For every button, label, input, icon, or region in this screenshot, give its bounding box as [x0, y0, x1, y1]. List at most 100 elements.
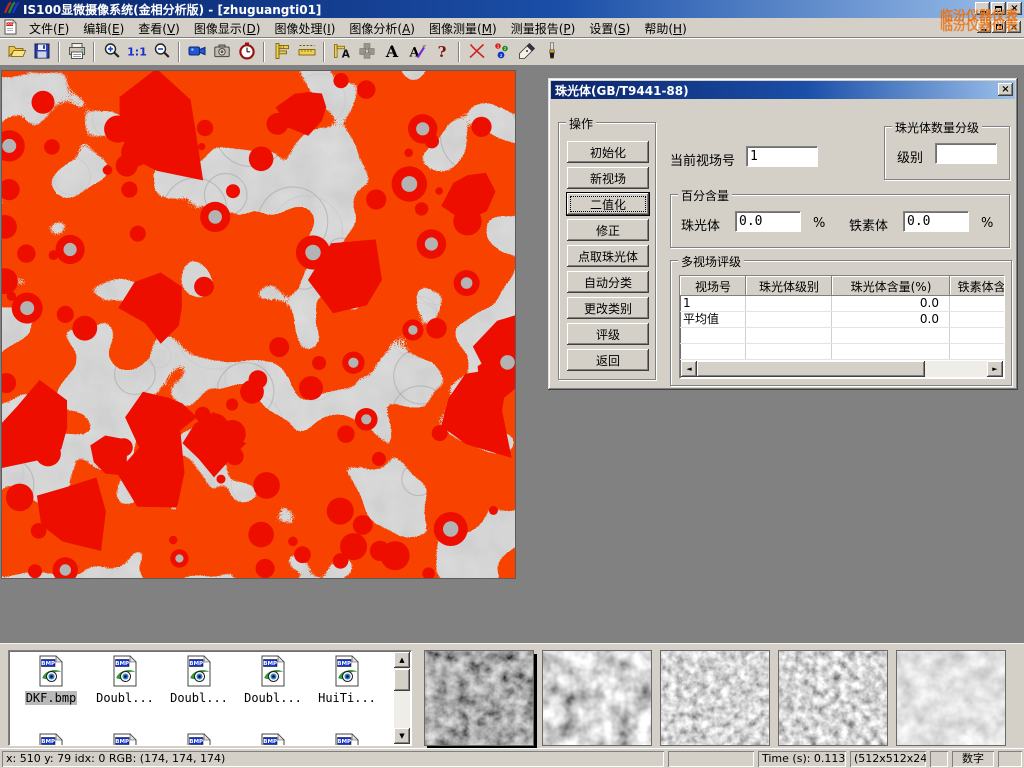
menu-item[interactable]: 测量报告(P): [504, 20, 583, 38]
file-item-partial[interactable]: BMP: [89, 733, 161, 746]
menu-item[interactable]: 文件(F): [22, 20, 76, 38]
pen-button[interactable]: [514, 40, 539, 64]
table-row[interactable]: 平均值0.0: [680, 312, 1004, 328]
file-item-partial[interactable]: BMP: [15, 733, 87, 746]
count-points-button[interactable]: 123: [489, 40, 514, 64]
thumbnail-1[interactable]: [424, 650, 534, 746]
caliper-button[interactable]: [269, 40, 294, 64]
op-button-8[interactable]: 评级: [567, 323, 649, 345]
op-button-6[interactable]: 自动分类: [567, 271, 649, 293]
menu-item[interactable]: 查看(V): [131, 20, 187, 38]
op-button-4[interactable]: 修正: [567, 219, 649, 241]
table-column-header[interactable]: 铁素体含量(%): [950, 276, 1005, 296]
curve-cut-button[interactable]: [464, 40, 489, 64]
file-item[interactable]: BMPDoubl...: [237, 655, 309, 705]
table-cell: [950, 328, 1005, 343]
camera-button[interactable]: [209, 40, 234, 64]
file-item[interactable]: BMPHuiTi...: [311, 655, 383, 705]
document-icon[interactable]: DOC: [2, 19, 18, 38]
toolbar: 1:1AAA?123: [0, 38, 1024, 66]
bmp-file-icon: BMP: [258, 676, 288, 690]
annotate-button[interactable]: A: [404, 40, 429, 64]
op-button-7[interactable]: 更改类别: [567, 297, 649, 319]
menu-item[interactable]: 帮助(H): [637, 20, 693, 38]
op-button-5[interactable]: 点取珠光体: [567, 245, 649, 267]
menu-item[interactable]: 图像分析(A): [342, 20, 422, 38]
grade-input[interactable]: [935, 143, 997, 164]
scroll-right-button[interactable]: ►: [987, 361, 1003, 377]
op-button-3[interactable]: 二值化: [567, 193, 649, 215]
thumbnail-4[interactable]: [778, 650, 888, 746]
table-row[interactable]: [680, 328, 1004, 344]
menu-item[interactable]: 图像测量(M): [422, 20, 504, 38]
op-button-9[interactable]: 返回: [567, 349, 649, 371]
timer-icon: [237, 41, 257, 64]
actual-size-button[interactable]: 1:1: [124, 40, 149, 64]
file-item[interactable]: BMPDoubl...: [89, 655, 161, 705]
video-camera-icon: [187, 41, 207, 64]
bmp-file-icon: BMP: [36, 676, 66, 690]
table-cell: 1: [680, 296, 746, 311]
file-list[interactable]: BMPDKF.bmpBMPDoubl...BMPDoubl...BMPDoubl…: [8, 650, 412, 746]
print-button[interactable]: [64, 40, 89, 64]
timer-button[interactable]: [234, 40, 259, 64]
thumbnail-3[interactable]: [660, 650, 770, 746]
scroll-up-button[interactable]: ▲: [394, 652, 410, 668]
minimize-button[interactable]: [975, 2, 990, 15]
restore-button[interactable]: [991, 2, 1006, 15]
svg-text:BMP: BMP: [41, 739, 55, 745]
dialog-title-bar[interactable]: 珠光体(GB/T9441-88) ×: [551, 81, 1015, 99]
ruler-button[interactable]: [294, 40, 319, 64]
thumbnail-2[interactable]: [542, 650, 652, 746]
rating-table[interactable]: 视场号珠光体级别珠光体含量(%)铁素体含量(%) 10.0平均值0.0 ◄ ►: [679, 275, 1005, 379]
table-row[interactable]: 10.0: [680, 296, 1004, 312]
current-field-input[interactable]: [746, 146, 818, 167]
pattern-button[interactable]: [354, 40, 379, 64]
text-icon: A: [382, 41, 402, 64]
scroll-left-button[interactable]: ◄: [681, 361, 697, 377]
file-item[interactable]: BMPDoubl...: [163, 655, 235, 705]
specimen-image[interactable]: [1, 70, 516, 579]
menu-item[interactable]: 图像显示(D): [187, 20, 268, 38]
table-hscrollbar[interactable]: ◄ ►: [681, 361, 1003, 377]
file-item-partial[interactable]: BMP: [311, 733, 383, 746]
table-column-header[interactable]: 珠光体级别: [746, 276, 832, 296]
toolbar-separator: [93, 42, 95, 62]
title-bar: IS100显微摄像系统(金相分析版) - [zhuguangti01] ×: [0, 0, 1024, 18]
file-item[interactable]: BMPDKF.bmp: [15, 655, 87, 705]
table-column-header[interactable]: 视场号: [680, 276, 746, 296]
file-list-scrollbar[interactable]: ▲ ▼: [394, 652, 410, 744]
scroll-down-button[interactable]: ▼: [394, 728, 410, 744]
brush-button[interactable]: [539, 40, 564, 64]
mdi-close-button[interactable]: ×: [1007, 21, 1021, 33]
table-cell: [950, 312, 1005, 327]
zoom-out-button[interactable]: [149, 40, 174, 64]
file-item-partial[interactable]: BMP: [237, 733, 309, 746]
mdi-minimize-button[interactable]: [977, 21, 991, 33]
pearlite-percent-input[interactable]: [735, 211, 801, 232]
table-row[interactable]: [680, 344, 1004, 360]
save-button[interactable]: [29, 40, 54, 64]
op-button-2[interactable]: 新视场: [567, 167, 649, 189]
table-column-header[interactable]: 珠光体含量(%): [832, 276, 950, 296]
open-button[interactable]: [4, 40, 29, 64]
cursor-readout: x: 510 y: 79 idx: 0 RGB: (174, 174, 174): [2, 751, 664, 767]
thumbnail-5[interactable]: [896, 650, 1006, 746]
text-button[interactable]: A: [379, 40, 404, 64]
measure-text-button[interactable]: A: [329, 40, 354, 64]
table-cell: 平均值: [680, 312, 746, 327]
op-button-1[interactable]: 初始化: [567, 141, 649, 163]
dialog-close-button[interactable]: ×: [998, 83, 1013, 96]
ferrite-percent-input[interactable]: [903, 211, 969, 232]
menu-item[interactable]: 设置(S): [582, 20, 637, 38]
menu-item[interactable]: 图像处理(I): [267, 20, 342, 38]
zoom-in-button[interactable]: [99, 40, 124, 64]
scroll-thumb[interactable]: [697, 361, 925, 377]
rating-table-group-label: 多视场评级: [678, 253, 744, 270]
menu-item[interactable]: 编辑(E): [76, 20, 131, 38]
mdi-restore-button[interactable]: [992, 21, 1006, 33]
video-camera-button[interactable]: [184, 40, 209, 64]
file-item-partial[interactable]: BMP: [163, 733, 235, 746]
close-button[interactable]: ×: [1007, 2, 1022, 15]
help-button[interactable]: ?: [429, 40, 454, 64]
